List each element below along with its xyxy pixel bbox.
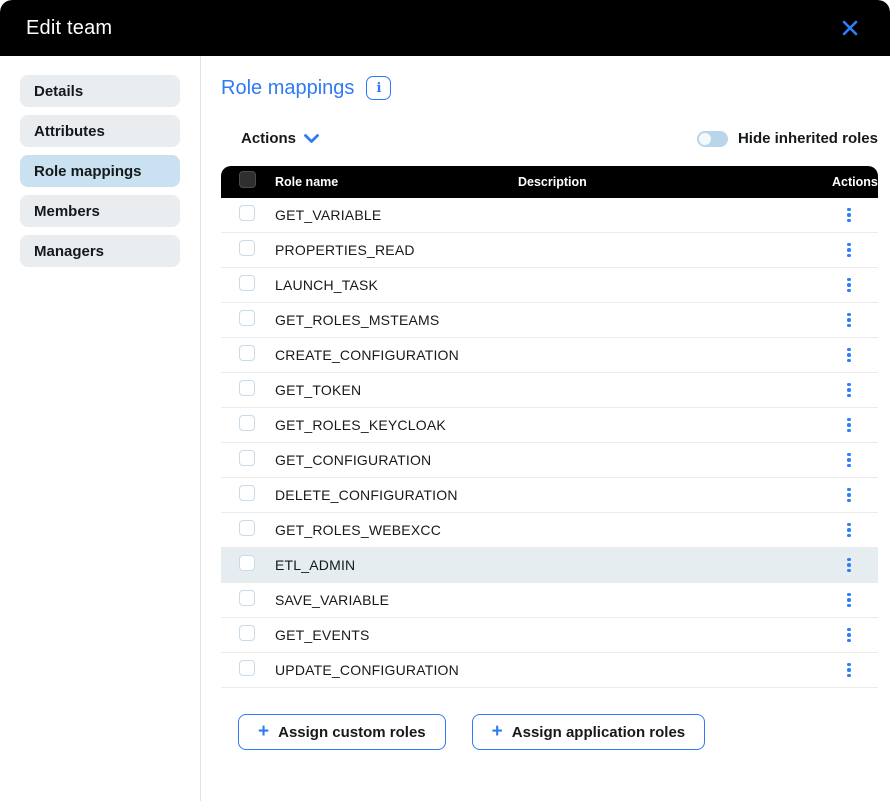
row-checkbox[interactable] — [239, 625, 255, 641]
sidebar-item-label: Details — [34, 83, 83, 100]
role-name-cell: GET_ROLES_KEYCLOAK — [275, 417, 518, 433]
role-name-cell: SAVE_VARIABLE — [275, 592, 518, 608]
row-checkbox[interactable] — [239, 660, 255, 676]
footer-buttons: + Assign custom roles + Assign applicati… — [221, 714, 878, 750]
hide-inherited-roles-label: Hide inherited roles — [738, 130, 878, 147]
hide-inherited-control: Hide inherited roles — [697, 130, 878, 147]
assign-custom-roles-label: Assign custom roles — [278, 724, 426, 741]
row-checkbox[interactable] — [239, 415, 255, 431]
table-row[interactable]: GET_ROLES_MSTEAMS — [221, 303, 878, 338]
toggle-knob — [699, 133, 711, 145]
role-name-cell: LAUNCH_TASK — [275, 277, 518, 293]
table-row[interactable]: CREATE_CONFIGURATION — [221, 338, 878, 373]
actions-dropdown-label: Actions — [241, 130, 296, 147]
role-name-cell: CREATE_CONFIGURATION — [275, 347, 518, 363]
role-name-cell: PROPERTIES_READ — [275, 242, 518, 258]
table-row[interactable]: GET_ROLES_KEYCLOAK — [221, 408, 878, 443]
role-name-cell: UPDATE_CONFIGURATION — [275, 662, 518, 678]
role-name-cell: GET_EVENTS — [275, 627, 518, 643]
kebab-menu-icon[interactable] — [841, 484, 857, 507]
sidebar-item-members[interactable]: Members — [20, 195, 180, 227]
info-icon[interactable]: i — [366, 76, 391, 100]
kebab-menu-icon[interactable] — [841, 274, 857, 297]
sidebar-item-label: Managers — [34, 243, 104, 260]
kebab-menu-icon[interactable] — [841, 519, 857, 542]
title-row: Role mappings i — [221, 76, 878, 100]
table-row[interactable]: GET_EVENTS — [221, 618, 878, 653]
column-header-actions: Actions — [832, 175, 872, 189]
hide-inherited-roles-toggle[interactable] — [697, 131, 728, 147]
row-checkbox[interactable] — [239, 310, 255, 326]
table-row[interactable]: DELETE_CONFIGURATION — [221, 478, 878, 513]
kebab-menu-icon[interactable] — [841, 309, 857, 332]
main-panel: Role mappings i Actions Hide inherited r… — [201, 56, 890, 801]
close-button[interactable] — [836, 14, 864, 42]
kebab-menu-icon[interactable] — [841, 204, 857, 227]
sidebar-item-label: Attributes — [34, 123, 105, 140]
kebab-menu-icon[interactable] — [841, 239, 857, 262]
table-row[interactable]: ETL_ADMIN — [221, 548, 878, 583]
row-checkbox[interactable] — [239, 345, 255, 361]
sidebar-item-role-mappings[interactable]: Role mappings — [20, 155, 180, 187]
plus-icon: + — [492, 722, 503, 741]
role-name-cell: GET_ROLES_MSTEAMS — [275, 312, 518, 328]
kebab-menu-icon[interactable] — [841, 624, 857, 647]
assign-application-roles-button[interactable]: + Assign application roles — [472, 714, 705, 750]
sidebar-item-attributes[interactable]: Attributes — [20, 115, 180, 147]
dialog-header: Edit team — [0, 0, 890, 56]
table-row[interactable]: GET_VARIABLE — [221, 198, 878, 233]
kebab-menu-icon[interactable] — [841, 659, 857, 682]
section-title: Role mappings — [221, 77, 354, 100]
actions-dropdown[interactable]: Actions — [241, 130, 319, 147]
role-name-cell: GET_VARIABLE — [275, 207, 518, 223]
role-name-cell: ETL_ADMIN — [275, 557, 518, 573]
row-checkbox[interactable] — [239, 520, 255, 536]
dialog-title: Edit team — [26, 17, 112, 40]
table-row[interactable]: UPDATE_CONFIGURATION — [221, 653, 878, 688]
sidebar-item-details[interactable]: Details — [20, 75, 180, 107]
controls-row: Actions Hide inherited roles — [221, 130, 878, 147]
row-checkbox[interactable] — [239, 380, 255, 396]
kebab-menu-icon[interactable] — [841, 414, 857, 437]
table-row[interactable]: GET_CONFIGURATION — [221, 443, 878, 478]
table-row[interactable]: GET_TOKEN — [221, 373, 878, 408]
row-checkbox[interactable] — [239, 590, 255, 606]
role-name-cell: DELETE_CONFIGURATION — [275, 487, 518, 503]
table-row[interactable]: GET_ROLES_WEBEXCC — [221, 513, 878, 548]
sidebar-item-label: Members — [34, 203, 100, 220]
role-mappings-table: Role name Description Actions GET_VARIAB… — [221, 166, 878, 688]
role-name-cell: GET_ROLES_WEBEXCC — [275, 522, 518, 538]
assign-application-roles-label: Assign application roles — [512, 724, 685, 741]
select-all-checkbox[interactable] — [239, 171, 256, 188]
table-row[interactable]: LAUNCH_TASK — [221, 268, 878, 303]
row-checkbox[interactable] — [239, 450, 255, 466]
role-name-cell: GET_TOKEN — [275, 382, 518, 398]
column-header-description: Description — [518, 175, 832, 189]
plus-icon: + — [258, 722, 269, 741]
kebab-menu-icon[interactable] — [841, 554, 857, 577]
kebab-menu-icon[interactable] — [841, 379, 857, 402]
table-row[interactable]: PROPERTIES_READ — [221, 233, 878, 268]
edit-team-dialog: Edit team Details Attributes Role mappin… — [0, 0, 890, 801]
kebab-menu-icon[interactable] — [841, 589, 857, 612]
sidebar-item-managers[interactable]: Managers — [20, 235, 180, 267]
role-name-cell: GET_CONFIGURATION — [275, 452, 518, 468]
row-checkbox[interactable] — [239, 205, 255, 221]
table-body: GET_VARIABLE PROPERTIES_READ LAUNCH_TASK… — [221, 198, 878, 688]
row-checkbox[interactable] — [239, 275, 255, 291]
row-checkbox[interactable] — [239, 555, 255, 571]
row-checkbox[interactable] — [239, 240, 255, 256]
column-header-role-name: Role name — [275, 175, 518, 189]
sidebar: Details Attributes Role mappings Members… — [0, 56, 201, 801]
table-row[interactable]: SAVE_VARIABLE — [221, 583, 878, 618]
kebab-menu-icon[interactable] — [841, 449, 857, 472]
chevron-down-icon — [304, 134, 319, 144]
row-checkbox[interactable] — [239, 485, 255, 501]
assign-custom-roles-button[interactable]: + Assign custom roles — [238, 714, 446, 750]
table-header: Role name Description Actions — [221, 166, 878, 198]
kebab-menu-icon[interactable] — [841, 344, 857, 367]
close-icon — [841, 19, 859, 37]
sidebar-item-label: Role mappings — [34, 163, 142, 180]
